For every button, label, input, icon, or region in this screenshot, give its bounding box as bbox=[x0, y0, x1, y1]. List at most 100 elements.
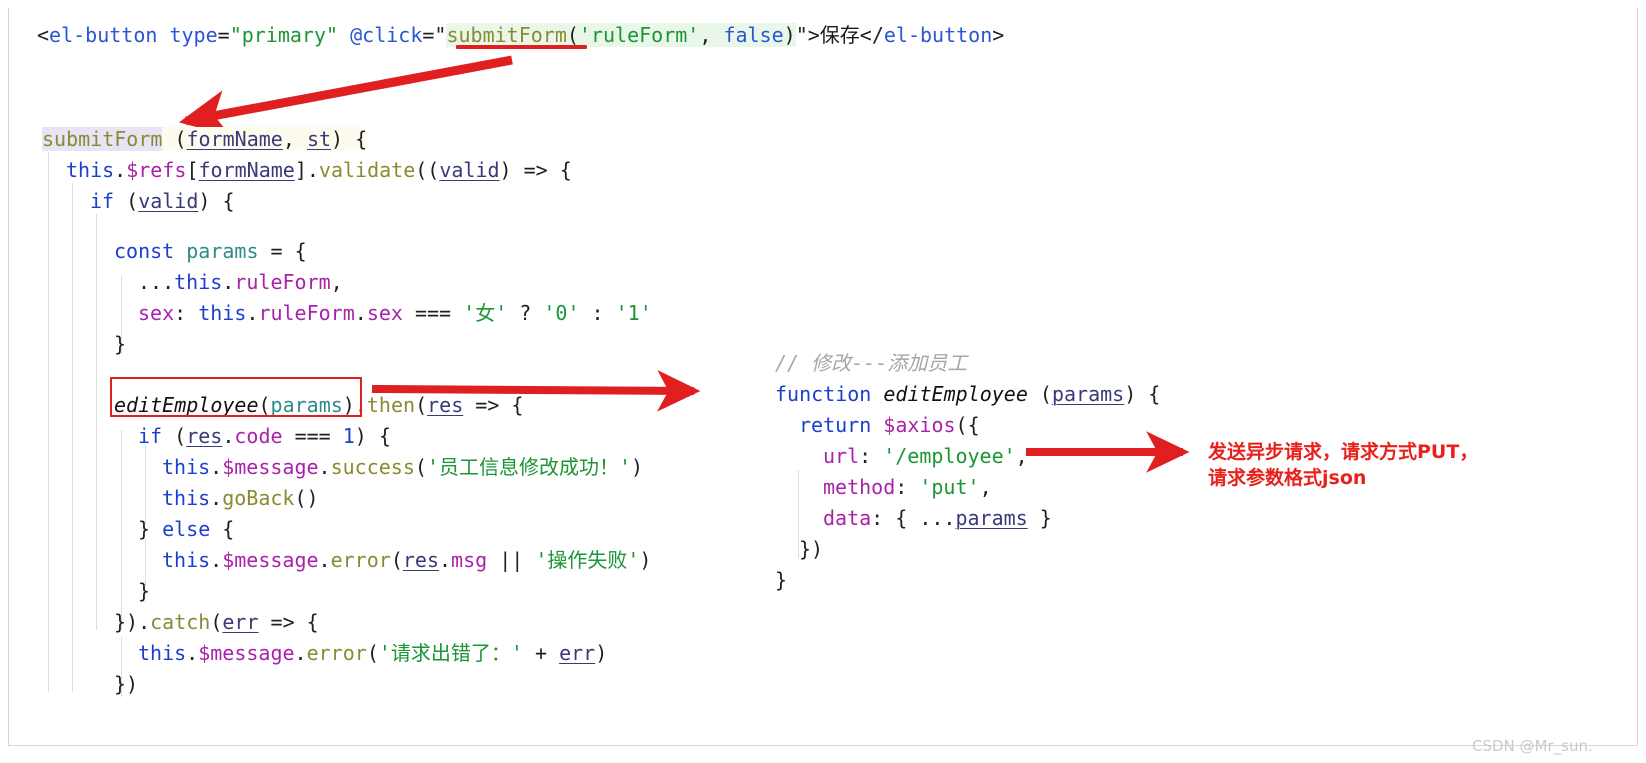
close-function: } bbox=[775, 568, 788, 592]
this-kw-1: this bbox=[66, 158, 115, 182]
def-paren-close-brace: ) { bbox=[1124, 382, 1161, 406]
dot-7: . bbox=[318, 455, 331, 479]
paren-open-8: ( bbox=[390, 548, 403, 572]
dot-1: . bbox=[114, 158, 127, 182]
code-line-close-params: } bbox=[114, 329, 126, 360]
sig-paren-open: ( bbox=[162, 127, 187, 151]
code-line-goback: this.goBack() bbox=[162, 483, 319, 514]
ternary-q: ? bbox=[507, 301, 544, 325]
err-var: err bbox=[559, 641, 596, 665]
params-decl: params bbox=[186, 239, 259, 263]
close-then: }). bbox=[114, 610, 151, 634]
space-1 bbox=[157, 23, 169, 47]
arrow-fn-2: => { bbox=[463, 393, 524, 417]
signature-rest-highlight: (formName, st) { bbox=[162, 127, 368, 151]
ruleForm-prop-2: ruleForm bbox=[258, 301, 355, 325]
space-5 bbox=[871, 413, 883, 437]
const-kw: const bbox=[114, 239, 175, 263]
if-kw-1: if bbox=[90, 189, 115, 213]
paren-open-3: ( bbox=[114, 189, 139, 213]
paren-close-8: ) bbox=[639, 548, 652, 572]
colon-3: : bbox=[895, 475, 920, 499]
code-line-const-params: const params = { bbox=[114, 236, 307, 267]
note-line-1: 发送异步请求，请求方式PUT， bbox=[1208, 441, 1479, 463]
arrow-fn-3: => { bbox=[258, 610, 319, 634]
url-key: url bbox=[823, 444, 860, 468]
fail-message-text: '操作失败' bbox=[535, 548, 640, 572]
code-line-message-error-1: this.$message.error(res.msg || '操作失败') bbox=[162, 545, 651, 576]
attr-type: type bbox=[169, 23, 218, 47]
paren-open-5: ( bbox=[415, 393, 428, 417]
attr-type-value: "primary" bbox=[229, 23, 339, 47]
code-line-close-catch: }) bbox=[114, 669, 138, 700]
valid-param: valid bbox=[439, 158, 500, 182]
close-axios: }) bbox=[799, 537, 824, 561]
success-message-text: '员工信息修改成功！' bbox=[426, 455, 632, 479]
gt-bracket: > bbox=[807, 23, 820, 47]
goBack-parens: () bbox=[294, 486, 319, 510]
code-line-signature: submitForm (formName, st) { bbox=[42, 124, 368, 155]
dot-6: . bbox=[210, 455, 223, 479]
code-line-sex-ternary: sex: this.ruleForm.sex === '女' ? '0' : '… bbox=[138, 298, 652, 329]
paren-close-brace-2: ) { bbox=[354, 424, 391, 448]
paren-open-1: ( bbox=[566, 23, 579, 47]
signature-name-highlight: submitForm bbox=[42, 127, 163, 151]
space-4 bbox=[871, 382, 883, 406]
ruleForm-prop-1: ruleForm bbox=[234, 270, 331, 294]
click-expression-highlight: submitForm('ruleForm', false) bbox=[446, 23, 796, 47]
red-rect-editemployee-call bbox=[110, 377, 362, 417]
this-kw-6: this bbox=[162, 548, 211, 572]
ternary-colon: : bbox=[579, 301, 616, 325]
params-def-param: params bbox=[1051, 382, 1125, 406]
comma-3: , bbox=[1015, 444, 1028, 468]
method-value: 'put' bbox=[919, 475, 980, 499]
paren-close-1: ) bbox=[783, 23, 796, 47]
assign-brace: = { bbox=[258, 239, 307, 263]
paren-open-9: ( bbox=[210, 610, 223, 634]
close-brace-3: } bbox=[138, 579, 151, 603]
dot-5: . bbox=[222, 424, 235, 448]
dot-3: . bbox=[246, 301, 259, 325]
code-line-if-valid: if (valid) { bbox=[90, 186, 235, 217]
close-tag-open: </ bbox=[859, 23, 884, 47]
code-line-message-success: this.$message.success('员工信息修改成功！') bbox=[162, 452, 643, 483]
method-key: method bbox=[823, 475, 896, 499]
logical-or: || bbox=[487, 548, 536, 572]
function-name-submitForm: submitForm bbox=[42, 127, 163, 151]
comma-4: , bbox=[979, 475, 992, 499]
paren-close-10: ) bbox=[595, 641, 608, 665]
res-param: res bbox=[427, 393, 464, 417]
msg-prop: msg bbox=[451, 548, 488, 572]
button-label-text: 保存 bbox=[819, 23, 860, 47]
indent-guide-6 bbox=[145, 446, 146, 524]
indent-guide-1 bbox=[48, 152, 49, 692]
else-kw: else bbox=[162, 517, 211, 541]
arg-ruleForm: 'ruleForm' bbox=[578, 23, 700, 47]
attr-click: @click bbox=[350, 23, 423, 47]
code-line-function-decl: function editEmployee (params) { bbox=[775, 379, 1160, 410]
catch-call: catch bbox=[150, 610, 211, 634]
indent-guide-3 bbox=[96, 214, 97, 630]
param-formName: formName bbox=[186, 127, 283, 151]
dot-10: . bbox=[318, 548, 331, 572]
editEmployee-def-name: editEmployee bbox=[883, 382, 1028, 406]
comment-text: // 修改---添加员工 bbox=[775, 351, 968, 375]
goBack-call: goBack bbox=[222, 486, 295, 510]
param-st: st bbox=[306, 127, 332, 151]
valid-var: valid bbox=[138, 189, 199, 213]
success-call: success bbox=[330, 455, 415, 479]
code-line-method: method: 'put', bbox=[823, 472, 992, 503]
dot-11: . bbox=[438, 548, 452, 572]
open-brace-else: { bbox=[210, 517, 235, 541]
data-key: data bbox=[823, 506, 872, 530]
colon-2: : bbox=[859, 444, 884, 468]
bracket-close-1: ]. bbox=[294, 158, 319, 182]
message-prop-2: $message bbox=[222, 548, 319, 572]
message-prop-3: $message bbox=[198, 641, 295, 665]
request-error-text: '请求出错了：' bbox=[378, 641, 523, 665]
dot-2: . bbox=[222, 270, 235, 294]
sig-comma: , bbox=[282, 127, 307, 151]
code-line-comment: // 修改---添加员工 bbox=[775, 348, 967, 379]
note-line-2: 请求参数格式json bbox=[1208, 467, 1367, 489]
return-kw: return bbox=[799, 413, 872, 437]
